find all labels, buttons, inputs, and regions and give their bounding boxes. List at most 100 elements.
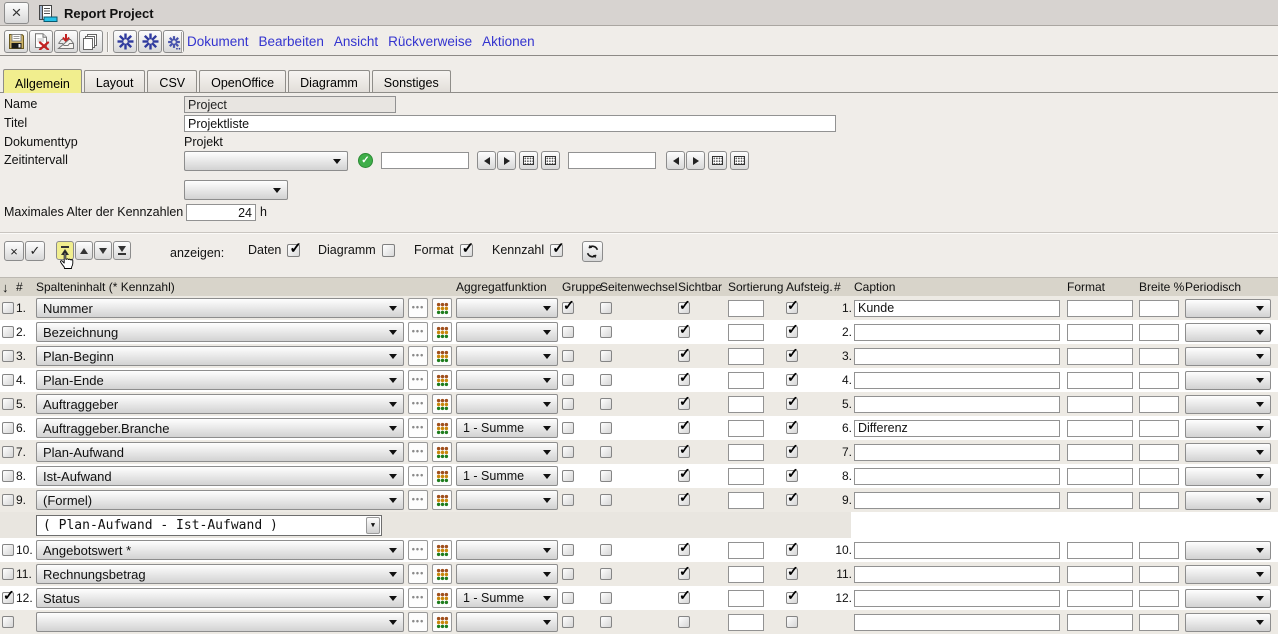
column-content-select[interactable]: Angebotswert * [36,540,404,560]
more-options-button[interactable]: ••• [408,490,428,510]
sortierung-input[interactable] [728,614,764,631]
breite-input[interactable] [1139,590,1179,607]
periodisch-select[interactable] [1185,613,1271,632]
aggregate-function-select[interactable] [456,346,558,366]
aufsteig-checkbox[interactable] [786,422,798,434]
caption-input[interactable] [854,420,1060,437]
breite-input[interactable] [1139,614,1179,631]
periodisch-select[interactable] [1185,541,1271,560]
aufsteig-checkbox[interactable] [786,592,798,604]
sortierung-input[interactable] [728,444,764,461]
aggregate-function-select[interactable] [456,298,558,318]
move-down-button[interactable] [94,241,112,260]
show-diagramm-checkbox[interactable] [382,244,395,257]
caption-input[interactable] [854,614,1060,631]
column-content-select[interactable] [36,612,404,632]
color-grid-button[interactable] [432,370,452,390]
gruppe-checkbox[interactable] [562,326,574,338]
periodisch-select[interactable] [1185,565,1271,584]
formula-dropdown-button[interactable]: ▼ [366,517,380,534]
aufsteig-checkbox[interactable] [786,616,798,628]
tab-diagramm[interactable]: Diagramm [288,70,370,92]
zeitintervall-select[interactable] [184,151,348,171]
gruppe-checkbox[interactable] [562,302,574,314]
caption-input[interactable] [854,444,1060,461]
seitenwechsel-checkbox[interactable] [600,568,612,580]
format-input[interactable] [1067,420,1133,437]
format-input[interactable] [1067,614,1133,631]
format-input[interactable] [1067,372,1133,389]
end-calendar-week-button[interactable] [730,151,749,170]
start-calendar-button[interactable] [519,151,538,170]
row-select-checkbox[interactable] [2,350,14,362]
sichtbar-checkbox[interactable] [678,592,690,604]
seitenwechsel-checkbox[interactable] [600,422,612,434]
periodisch-select[interactable] [1185,299,1271,318]
gruppe-checkbox[interactable] [562,568,574,580]
tab-layout[interactable]: Layout [84,70,146,92]
periodisch-select[interactable] [1185,443,1271,462]
sortierung-input[interactable] [728,324,764,341]
more-options-button[interactable]: ••• [408,466,428,486]
sortierung-input[interactable] [728,542,764,559]
format-input[interactable] [1067,324,1133,341]
gruppe-checkbox[interactable] [562,422,574,434]
sichtbar-checkbox[interactable] [678,568,690,580]
aggregate-function-select[interactable] [456,612,558,632]
menu-item-dokument[interactable]: Dokument [187,34,249,49]
zeitintervall-end-input[interactable] [568,152,656,169]
aggregate-function-select[interactable] [456,490,558,510]
seitenwechsel-checkbox[interactable] [600,350,612,362]
save-button[interactable] [4,30,28,53]
start-next-button[interactable] [497,151,516,170]
seitenwechsel-checkbox[interactable] [600,494,612,506]
sichtbar-checkbox[interactable] [678,302,690,314]
periodisch-select[interactable] [1185,419,1271,438]
deselect-all-button[interactable]: × [4,241,24,261]
end-next-button[interactable] [686,151,705,170]
format-input[interactable] [1067,300,1133,317]
aggregate-function-select[interactable] [456,370,558,390]
color-grid-button[interactable] [432,540,452,560]
caption-input[interactable] [854,348,1060,365]
breite-input[interactable] [1139,492,1179,509]
breite-input[interactable] [1139,468,1179,485]
breite-input[interactable] [1139,372,1179,389]
tab-openoffice[interactable]: OpenOffice [199,70,286,92]
close-button[interactable]: × [4,2,29,24]
gruppe-checkbox[interactable] [562,544,574,556]
column-content-select[interactable]: Auftraggeber.Branche [36,418,404,438]
zeitintervall-unit-select[interactable] [184,180,288,200]
gruppe-checkbox[interactable] [562,374,574,386]
tab-csv[interactable]: CSV [147,70,197,92]
show-daten-checkbox[interactable] [287,244,300,257]
start-prev-button[interactable] [477,151,496,170]
sortierung-input[interactable] [728,396,764,413]
sichtbar-checkbox[interactable] [678,398,690,410]
menu-item-aktionen[interactable]: Aktionen [482,34,535,49]
aggregate-function-select[interactable]: 1 - Summe [456,588,558,608]
color-grid-button[interactable] [432,298,452,318]
column-content-select[interactable]: Plan-Aufwand [36,442,404,462]
menu-item-r-ckverweise[interactable]: Rückverweise [388,34,472,49]
titel-input[interactable] [184,115,836,132]
format-input[interactable] [1067,590,1133,607]
breite-input[interactable] [1139,420,1179,437]
periodisch-select[interactable] [1185,491,1271,510]
agent-run-all-button[interactable] [138,30,162,53]
seitenwechsel-checkbox[interactable] [600,374,612,386]
agent-run-button[interactable] [113,30,137,53]
breite-input[interactable] [1139,566,1179,583]
caption-input[interactable] [854,542,1060,559]
format-input[interactable] [1067,396,1133,413]
row-select-checkbox[interactable] [2,616,14,628]
aggregate-function-select[interactable] [456,564,558,584]
format-input[interactable] [1067,492,1133,509]
column-content-select[interactable]: (Formel) [36,490,404,510]
aggregate-function-select[interactable]: 1 - Summe [456,418,558,438]
format-input[interactable] [1067,542,1133,559]
menu-item-ansicht[interactable]: Ansicht [334,34,378,49]
name-input[interactable] [184,96,396,113]
format-input[interactable] [1067,348,1133,365]
aufsteig-checkbox[interactable] [786,350,798,362]
